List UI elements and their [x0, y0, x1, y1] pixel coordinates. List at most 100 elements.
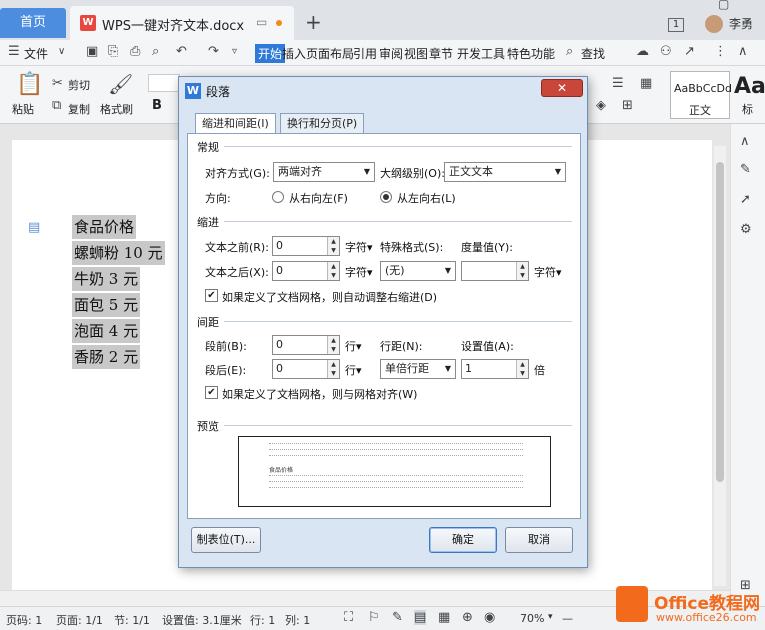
- style-heading-preview[interactable]: Aa: [734, 74, 765, 99]
- status-page-number[interactable]: 页码: 1: [6, 612, 42, 628]
- avatar[interactable]: [705, 15, 723, 33]
- line-spacing-select[interactable]: 单倍行距: [380, 359, 456, 379]
- print-icon[interactable]: ⎙: [130, 44, 140, 59]
- rtl-label[interactable]: 从右向左(F): [289, 190, 348, 206]
- new-tab-button[interactable]: +: [305, 10, 322, 34]
- rtl-radio[interactable]: [272, 191, 284, 203]
- document-line[interactable]: 香肠 2 元: [72, 345, 141, 369]
- edit-icon[interactable]: ✎: [740, 162, 751, 177]
- document-line[interactable]: 泡面 4 元: [72, 319, 141, 343]
- status-row[interactable]: 行: 1: [250, 612, 275, 628]
- indent-grid-label[interactable]: 如果定义了文档网格，则自动调整右缩进(D): [222, 289, 437, 305]
- indent-before-spinner[interactable]: 0 ▲ ▼: [272, 236, 340, 256]
- paragraph-marker-icon[interactable]: ▤: [28, 220, 40, 235]
- web-view-icon[interactable]: ⊕: [462, 610, 473, 625]
- document-line[interactable]: 牛奶 3 元: [72, 267, 141, 291]
- collapse-ribbon-icon[interactable]: ∧: [738, 44, 748, 59]
- settings-sliders-icon[interactable]: ⚙: [740, 222, 752, 237]
- line-spacing-icon[interactable]: ☰: [612, 76, 624, 91]
- menu-developer[interactable]: 开发工具: [457, 45, 505, 62]
- fullscreen-icon[interactable]: ⛶: [344, 610, 353, 625]
- indent-before-unit[interactable]: 字符▾: [345, 239, 373, 255]
- space-before-spinner[interactable]: 0 ▲ ▼: [272, 335, 340, 355]
- search-icon[interactable]: ⌕: [566, 44, 573, 59]
- indent-after-unit[interactable]: 字符▾: [345, 264, 373, 280]
- spinner-arrows-icon[interactable]: ▲ ▼: [327, 336, 339, 354]
- cursor-icon[interactable]: ➚: [740, 192, 751, 207]
- scissors-icon[interactable]: ✂: [52, 76, 63, 91]
- copy-icon[interactable]: ⧉: [52, 98, 61, 113]
- bold-button[interactable]: B: [152, 98, 162, 113]
- tab-line-page-breaks[interactable]: 换行和分页(P): [280, 113, 365, 134]
- monitor-icon[interactable]: ▭: [256, 15, 267, 29]
- outline-view-icon[interactable]: ▦: [438, 610, 450, 625]
- space-after-unit[interactable]: 行▾: [345, 362, 362, 378]
- spinner-arrows-icon[interactable]: ▲ ▼: [327, 360, 339, 378]
- share-icon[interactable]: ↗: [684, 44, 695, 59]
- spinner-arrows-icon[interactable]: ▲ ▼: [327, 237, 339, 255]
- document-line[interactable]: 螺蛳粉 10 元: [72, 241, 165, 265]
- menu-references[interactable]: 引用: [353, 45, 377, 62]
- chevron-down-icon[interactable]: ∨: [58, 46, 65, 57]
- tab-indent-spacing[interactable]: 缩进和间距(I): [195, 113, 276, 135]
- status-section[interactable]: 节: 1/1: [114, 612, 150, 628]
- menu-view[interactable]: 视图: [404, 45, 428, 62]
- measure-unit[interactable]: 字符▾: [534, 264, 562, 280]
- export-icon[interactable]: ⎘: [108, 44, 118, 59]
- print-preview-icon[interactable]: ⌕: [152, 44, 159, 59]
- status-pages[interactable]: 页面: 1/1: [56, 612, 103, 628]
- menu-file[interactable]: 文件: [24, 45, 48, 62]
- zoom-out-icon[interactable]: —: [562, 612, 573, 625]
- window-restore-icon[interactable]: ▢: [718, 0, 729, 11]
- style-normal[interactable]: AaBbCcDd 正文: [670, 71, 732, 119]
- reading-mode-icon[interactable]: ◉: [484, 610, 495, 625]
- tab-document[interactable]: W WPS一键对齐文本.docx ▭: [70, 6, 294, 40]
- cloud-icon[interactable]: ☁: [636, 44, 649, 59]
- space-after-spinner[interactable]: 0 ▲ ▼: [272, 359, 340, 379]
- table-icon[interactable]: ▦: [640, 76, 652, 91]
- pen-icon[interactable]: ✎: [392, 610, 403, 625]
- spinner-arrows-icon[interactable]: ▲ ▼: [516, 360, 528, 378]
- indent-after-spinner[interactable]: 0 ▲ ▼: [272, 261, 340, 281]
- indent-grid-checkbox[interactable]: ✔: [205, 289, 218, 302]
- hamburger-icon[interactable]: ☰: [8, 44, 20, 59]
- proofread-icon[interactable]: ⚐: [368, 610, 380, 625]
- spacing-grid-checkbox[interactable]: ✔: [205, 386, 218, 399]
- menu-page-layout[interactable]: 页面布局: [306, 45, 354, 62]
- ltr-label[interactable]: 从左向右(L): [397, 190, 456, 206]
- borders-icon[interactable]: ⊞: [622, 98, 633, 113]
- format-painter-icon[interactable]: 🖌: [108, 72, 133, 96]
- undo-icon[interactable]: ↶: [176, 44, 187, 59]
- cancel-button[interactable]: 取消: [505, 527, 573, 553]
- paste-label[interactable]: 粘贴: [12, 101, 34, 117]
- shading-icon[interactable]: ◈: [596, 98, 606, 113]
- ok-button[interactable]: 确定: [429, 527, 497, 553]
- user-name[interactable]: 李勇: [729, 15, 753, 32]
- redo-icon[interactable]: ↷: [208, 44, 219, 59]
- menu-features[interactable]: 特色功能: [507, 45, 555, 62]
- zoom-dropdown-icon[interactable]: ▾: [548, 612, 553, 622]
- more-icon[interactable]: ⋮: [714, 44, 727, 59]
- tabs-button[interactable]: 制表位(T)...: [191, 527, 261, 553]
- copy-button[interactable]: 复制: [68, 101, 90, 117]
- save-icon[interactable]: ▣: [86, 44, 98, 59]
- measure-spinner[interactable]: ▲ ▼: [461, 261, 529, 281]
- spacing-grid-label[interactable]: 如果定义了文档网格，则与网格对齐(W): [222, 386, 417, 402]
- set-value-spinner[interactable]: 1 ▲ ▼: [461, 359, 529, 379]
- special-format-select[interactable]: (无): [380, 261, 456, 281]
- menu-review[interactable]: 审阅: [379, 45, 403, 62]
- close-button[interactable]: ✕: [541, 79, 583, 97]
- status-setting[interactable]: 设置值: 3.1厘米: [162, 612, 242, 628]
- document-line[interactable]: 面包 5 元: [72, 293, 141, 317]
- window-count-badge[interactable]: 1: [668, 18, 684, 32]
- scrollbar-thumb[interactable]: [716, 162, 724, 482]
- menu-start[interactable]: 开始: [255, 44, 286, 63]
- style-heading-name[interactable]: 标: [742, 101, 753, 117]
- page-view-icon[interactable]: ▤: [414, 610, 427, 625]
- quick-access-more-icon[interactable]: ▿: [232, 46, 237, 57]
- alignment-select[interactable]: 两端对齐: [273, 162, 375, 182]
- menu-search[interactable]: 查找: [581, 45, 605, 62]
- font-name-box[interactable]: [148, 74, 180, 92]
- collapse-icon[interactable]: ∧: [740, 134, 750, 149]
- status-column[interactable]: 列: 1: [285, 612, 310, 628]
